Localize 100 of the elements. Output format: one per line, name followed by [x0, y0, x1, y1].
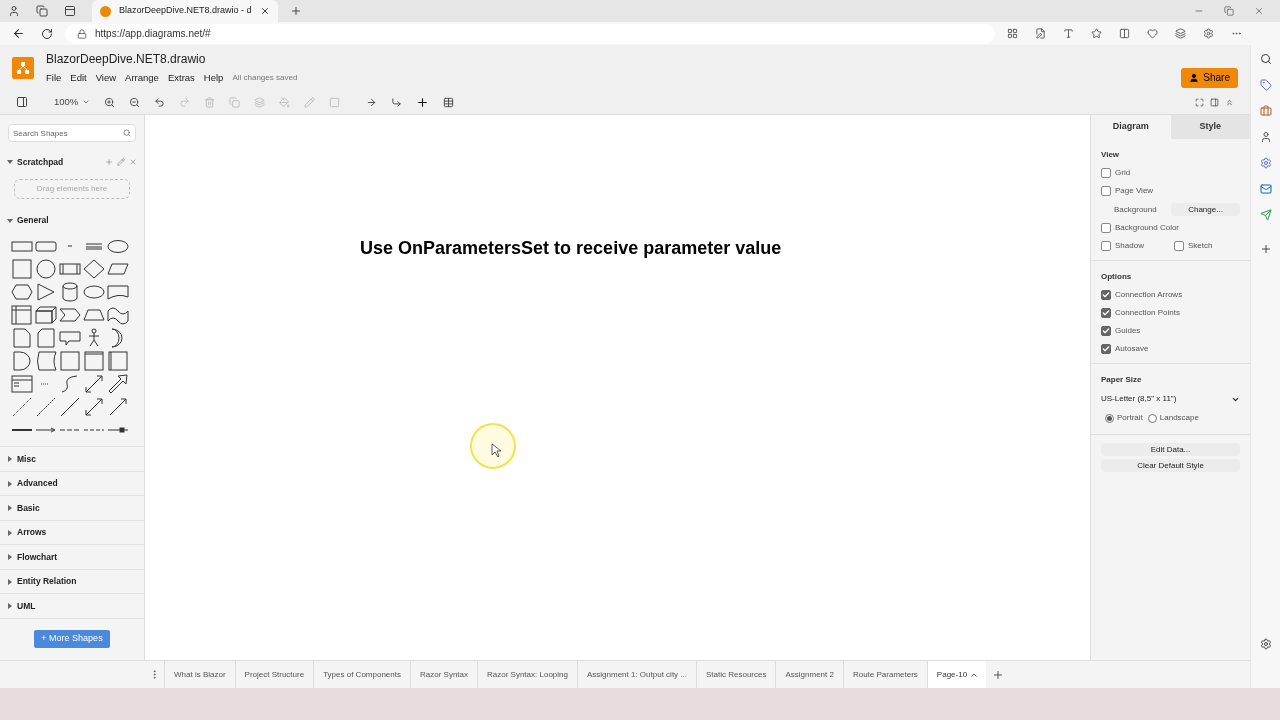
add-icon[interactable] [1259, 243, 1272, 255]
checkbox[interactable] [1101, 290, 1111, 300]
panel-tab[interactable]: Style [1170, 115, 1250, 139]
checkbox[interactable] [1101, 326, 1111, 336]
send-icon[interactable] [1259, 209, 1272, 221]
new-tab-icon[interactable] [289, 5, 302, 17]
checkbox[interactable] [1101, 168, 1111, 178]
connection-icon[interactable] [366, 96, 378, 108]
collapsed-caret-icon[interactable] [7, 456, 13, 462]
menu-item[interactable]: Extras [167, 70, 195, 86]
collapsed-caret-icon[interactable] [7, 603, 13, 609]
insert-icon[interactable] [416, 95, 430, 109]
apps-icon[interactable] [1007, 28, 1018, 39]
checkbox-label: Connection Arrows [1115, 289, 1183, 301]
panel-icon[interactable] [1210, 97, 1219, 107]
page-tab[interactable]: Page-10 [926, 661, 987, 688]
lock-icon[interactable] [77, 28, 87, 39]
profile-icon[interactable] [8, 5, 20, 17]
add-page-icon[interactable] [992, 668, 1005, 681]
search-icon[interactable] [123, 129, 131, 137]
section-header[interactable]: UML [17, 599, 36, 613]
section-header[interactable]: Advanced [17, 477, 58, 490]
menu-item[interactable]: Arrange [125, 70, 159, 86]
file-name[interactable]: BlazorDeepDive.NET8.drawio [46, 49, 298, 68]
menu-item[interactable]: Help [203, 70, 224, 86]
canvas[interactable]: Use OnParametersSet to receive parameter value [145, 115, 1090, 660]
collapsed-caret-icon[interactable] [7, 554, 13, 560]
diagram-title[interactable]: Use OnParametersSet to receive parameter value [360, 238, 782, 258]
split-screen-icon[interactable] [1119, 28, 1130, 39]
section-header[interactable]: Flowchart [17, 550, 58, 564]
menu-item[interactable]: View [95, 70, 117, 86]
collapsed-caret-icon[interactable] [7, 578, 13, 585]
collapse-icon[interactable] [1225, 97, 1234, 107]
search-icon[interactable] [1259, 53, 1272, 65]
checkbox-label: Sketch [1188, 240, 1213, 252]
radio-button[interactable] [1105, 413, 1114, 423]
checkbox[interactable] [1101, 186, 1111, 196]
restore-icon[interactable] [1224, 6, 1234, 16]
caret-icon[interactable] [971, 672, 978, 677]
undo-icon[interactable] [154, 96, 166, 108]
waypoints-icon[interactable] [391, 96, 403, 108]
collections-icon[interactable] [1175, 28, 1186, 39]
zoom-in-icon[interactable] [104, 96, 116, 108]
close-icon[interactable] [259, 6, 270, 16]
line-color-icon[interactable] [304, 96, 316, 108]
extensions-icon[interactable] [1203, 28, 1214, 39]
checkbox[interactable] [1101, 223, 1111, 233]
tab-title: BlazorDeepDive.NET8.drawio - d [119, 4, 252, 18]
tag-icon[interactable] [1259, 79, 1272, 91]
checkbox-label: Guides [1115, 325, 1141, 337]
fill-color-icon[interactable] [279, 96, 291, 108]
user-icon[interactable] [1259, 131, 1272, 143]
radio-button[interactable] [1147, 413, 1157, 423]
panel-button[interactable]: Clear Default Style [1101, 459, 1240, 472]
briefcase-icon[interactable] [1259, 105, 1272, 117]
collapsed-caret-icon[interactable] [7, 529, 13, 536]
section-header[interactable]: Basic [17, 501, 40, 515]
zoom-out-icon[interactable] [129, 96, 141, 108]
mail-icon[interactable] [1259, 183, 1272, 195]
read-aloud-icon[interactable] [1063, 28, 1074, 39]
checkbox-label: Grid [1115, 167, 1131, 179]
fullscreen-icon[interactable] [1195, 97, 1204, 107]
address-field[interactable]: https://app.diagrams.net/# [65, 23, 995, 44]
zoom-dropdown[interactable]: 100% [54, 94, 91, 110]
panel-button[interactable]: Edit Data... [1101, 443, 1240, 456]
more-shapes-button[interactable]: + More Shapes [34, 629, 110, 648]
format-panel-icon[interactable] [16, 96, 28, 108]
checkbox[interactable] [1101, 241, 1111, 251]
collapsed-caret-icon[interactable] [7, 505, 13, 511]
page-edit-icon[interactable] [1035, 28, 1046, 39]
section-header[interactable]: Misc [17, 452, 36, 466]
settings-icon[interactable] [1259, 638, 1272, 650]
collapsed-caret-icon[interactable] [7, 480, 13, 487]
workspaces-icon[interactable] [36, 5, 48, 17]
section-header[interactable]: Scratchpad [17, 156, 64, 169]
table-icon[interactable] [443, 96, 455, 108]
caret-icon [82, 98, 91, 106]
browser-tab[interactable]: BlazorDeepDive.NET8.drawio - d [92, 0, 278, 22]
expanded-caret-icon[interactable] [7, 217, 13, 224]
section-header[interactable]: General [17, 214, 49, 227]
favorites-icon[interactable] [1147, 28, 1158, 39]
search-field[interactable]: Search Shapes [8, 124, 136, 142]
checkbox[interactable] [1101, 344, 1111, 354]
checkbox[interactable] [1174, 241, 1184, 251]
tab-actions-icon[interactable] [64, 5, 76, 17]
checkbox[interactable] [1101, 308, 1111, 318]
scratchpad-drop-zone: Drag elements here [14, 178, 130, 199]
checkbox-label: Background Color [1115, 222, 1180, 234]
star-icon[interactable] [1091, 28, 1102, 39]
radio-label: Landscape [1159, 412, 1199, 424]
back-icon[interactable] [12, 27, 25, 40]
menu-item[interactable]: File [46, 70, 62, 86]
section-header[interactable]: Entity Relation [17, 575, 77, 588]
reload-icon[interactable] [41, 27, 53, 40]
checkbox-label: Page View [1115, 185, 1154, 197]
share-button[interactable]: Share [1181, 67, 1238, 88]
change-button[interactable]: Change... [1171, 203, 1240, 216]
menu-item[interactable]: Edit [70, 70, 87, 86]
expanded-caret-icon[interactable] [7, 159, 13, 166]
section-header[interactable]: Arrows [17, 526, 47, 539]
